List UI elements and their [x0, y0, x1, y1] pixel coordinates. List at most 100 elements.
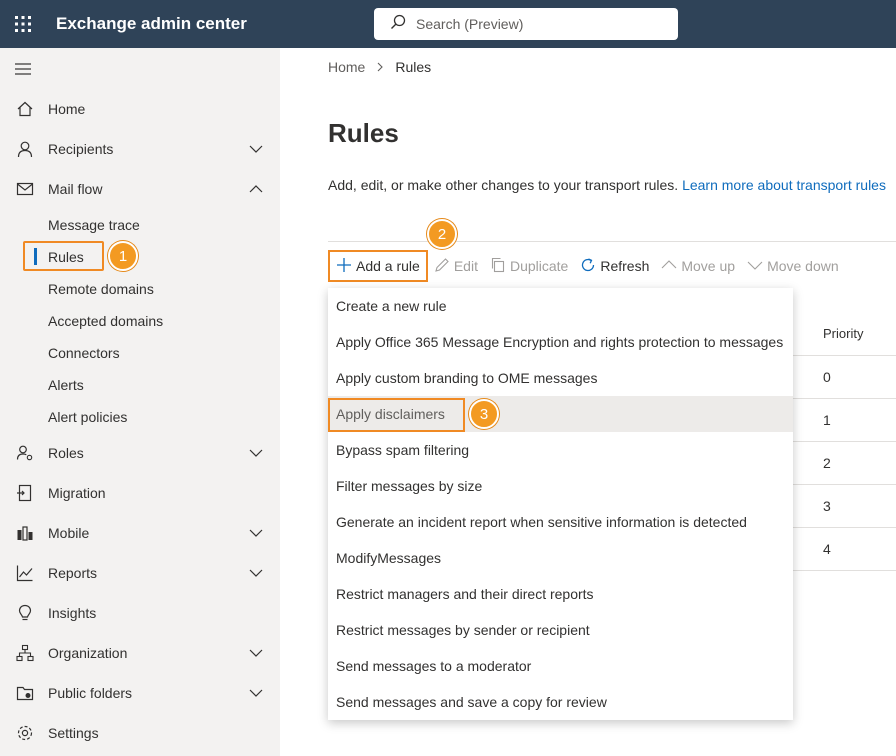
- nav-recipients[interactable]: Recipients: [0, 131, 280, 167]
- nav-label: Alert policies: [48, 409, 128, 425]
- nav-label: Roles: [48, 445, 84, 461]
- table-row[interactable]: 4: [793, 528, 896, 571]
- breadcrumb-home[interactable]: Home: [328, 59, 365, 75]
- add-rule-menu: Create a new rule Apply Office 365 Messa…: [328, 288, 793, 720]
- learn-more-link[interactable]: Learn more about transport rules: [682, 177, 886, 193]
- move-down-button[interactable]: Move down: [741, 250, 845, 282]
- menu-item-restrict-sender[interactable]: Restrict messages by sender or recipient: [328, 612, 793, 648]
- edit-label: Edit: [453, 258, 478, 274]
- nav-alerts[interactable]: Alerts: [0, 369, 280, 401]
- hamburger-icon[interactable]: [14, 60, 34, 80]
- nav-settings[interactable]: Settings: [0, 715, 280, 751]
- nav-label: Migration: [48, 485, 106, 501]
- pencil-icon: [434, 257, 454, 276]
- search-box[interactable]: Search (Preview): [374, 8, 678, 40]
- chevron-down-icon[interactable]: [248, 525, 264, 541]
- nav-label: Recipients: [48, 141, 114, 157]
- nav-alert-policies[interactable]: Alert policies: [0, 401, 280, 433]
- table-row[interactable]: 2: [793, 442, 896, 485]
- nav-label: Settings: [48, 725, 99, 741]
- refresh-button[interactable]: Refresh: [574, 250, 655, 282]
- chevron-down-icon[interactable]: [248, 645, 264, 661]
- nav-label: Public folders: [48, 685, 133, 701]
- add-rule-button[interactable]: Add a rule: [328, 250, 428, 282]
- menu-item-send-and-copy[interactable]: Send messages and save a copy for review: [328, 684, 793, 720]
- copy-icon: [490, 257, 510, 276]
- priority-cell: 4: [823, 541, 831, 557]
- app-launcher-icon[interactable]: [0, 0, 46, 48]
- callout-badge-3: 3: [469, 399, 499, 429]
- nav-label: Reports: [48, 565, 98, 581]
- nav-message-trace[interactable]: Message trace: [0, 209, 280, 241]
- nav-roles[interactable]: Roles: [0, 435, 280, 471]
- rules-highlight-box: [23, 241, 104, 271]
- breadcrumb-current: Rules: [395, 59, 432, 75]
- nav-label: Message trace: [48, 217, 140, 233]
- plus-icon: [336, 257, 356, 276]
- org-chart-icon: [16, 644, 34, 662]
- menu-item-bypass-spam[interactable]: Bypass spam filtering: [328, 432, 793, 468]
- chevron-down-icon[interactable]: [248, 565, 264, 581]
- nav-mobile[interactable]: Mobile: [0, 515, 280, 551]
- menu-item-send-to-moderator[interactable]: Send messages to a moderator: [328, 648, 793, 684]
- person-icon: [16, 140, 34, 158]
- nav-label: Alerts: [48, 377, 84, 393]
- chevron-down-icon[interactable]: [248, 685, 264, 701]
- refresh-icon: [580, 257, 600, 276]
- menu-item-filter-by-size[interactable]: Filter messages by size: [328, 468, 793, 504]
- nav-accepted-domains[interactable]: Accepted domains: [0, 305, 280, 337]
- folder-icon: [16, 684, 34, 702]
- menu-item-apply-ome-encryption[interactable]: Apply Office 365 Message Encryption and …: [328, 324, 793, 360]
- gear-icon: [16, 724, 34, 742]
- app-title: Exchange admin center: [56, 14, 247, 33]
- move-up-button[interactable]: Move up: [655, 250, 741, 282]
- priority-cell: 0: [823, 369, 831, 385]
- chevron-down-icon[interactable]: [248, 445, 264, 461]
- migration-icon: [16, 484, 34, 502]
- chevron-down-icon: [747, 257, 767, 276]
- nav-label: Mobile: [48, 525, 90, 541]
- nav-label: Home: [48, 101, 86, 117]
- duplicate-button[interactable]: Duplicate: [484, 250, 574, 282]
- nav-mail-flow[interactable]: Mail flow: [0, 171, 280, 207]
- chevron-up-icon: [661, 257, 681, 276]
- search-input[interactable]: Search (Preview): [416, 16, 523, 32]
- nav-connectors[interactable]: Connectors: [0, 337, 280, 369]
- nav-reports[interactable]: Reports: [0, 555, 280, 591]
- menu-item-apply-ome-branding[interactable]: Apply custom branding to OME messages: [328, 360, 793, 396]
- menu-item-modify-messages[interactable]: ModifyMessages: [328, 540, 793, 576]
- sidebar: Home Recipients Mail flow Message trace …: [0, 48, 280, 756]
- lightbulb-icon: [16, 604, 34, 622]
- move-up-label: Move up: [681, 258, 736, 274]
- nav-insights[interactable]: Insights: [0, 595, 280, 631]
- priority-cell: 1: [823, 412, 831, 428]
- chevron-down-icon[interactable]: [248, 141, 264, 157]
- nav-organization[interactable]: Organization: [0, 635, 280, 671]
- roles-icon: [16, 444, 34, 462]
- edit-button[interactable]: Edit: [428, 250, 484, 282]
- nav-home[interactable]: Home: [0, 91, 280, 127]
- breadcrumb: Home Rules: [328, 59, 431, 75]
- chevron-up-icon[interactable]: [248, 181, 264, 197]
- top-bar: Exchange admin center Search (Preview): [0, 0, 896, 48]
- table-row[interactable]: 0: [793, 356, 896, 399]
- duplicate-label: Duplicate: [509, 258, 569, 274]
- nav-label: Remote domains: [48, 281, 154, 297]
- priority-cell: 2: [823, 455, 831, 471]
- nav-label: Organization: [48, 645, 128, 661]
- refresh-label: Refresh: [600, 258, 650, 274]
- nav-public-folders[interactable]: Public folders: [0, 675, 280, 711]
- nav-remote-domains[interactable]: Remote domains: [0, 273, 280, 305]
- table-row[interactable]: 3: [793, 485, 896, 528]
- nav-label: Accepted domains: [48, 313, 164, 329]
- home-icon: [16, 100, 34, 118]
- menu-item-create-new-rule[interactable]: Create a new rule: [328, 288, 793, 324]
- mail-icon: [16, 180, 34, 198]
- nav-label: Mail flow: [48, 181, 103, 197]
- menu-item-incident-report[interactable]: Generate an incident report when sensiti…: [328, 504, 793, 540]
- priority-column-header[interactable]: Priority: [823, 326, 863, 341]
- search-icon: [390, 14, 406, 35]
- nav-migration[interactable]: Migration: [0, 475, 280, 511]
- table-row[interactable]: 1: [793, 399, 896, 442]
- menu-item-restrict-managers[interactable]: Restrict managers and their direct repor…: [328, 576, 793, 612]
